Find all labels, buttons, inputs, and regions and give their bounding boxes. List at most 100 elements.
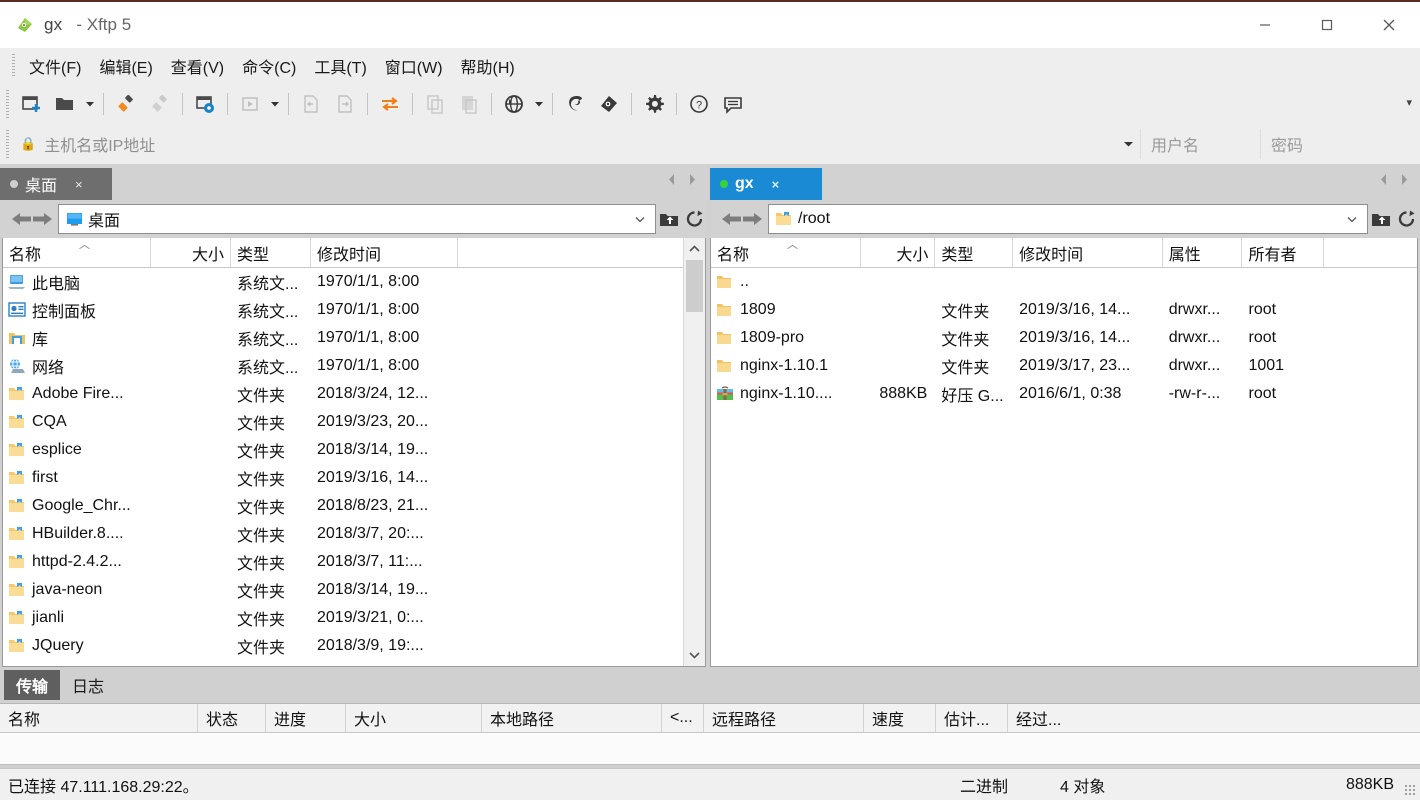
table-row[interactable]: first 文件夹 2019/3/16, 14... xyxy=(3,464,705,492)
table-row[interactable]: .. xyxy=(711,268,1417,296)
table-row[interactable]: 库 系统文... 1970/1/1, 8:00 xyxy=(3,324,705,352)
table-row[interactable]: Adobe Fire... 文件夹 2018/3/24, 12... xyxy=(3,380,705,408)
table-row[interactable]: HBuilder.8.... 文件夹 2018/3/7, 20:... xyxy=(3,520,705,548)
paste-icon[interactable] xyxy=(452,88,486,120)
host-input[interactable]: 🔒 主机名或IP地址 xyxy=(14,129,1116,159)
local-vertical-scrollbar[interactable] xyxy=(683,238,705,666)
remote-col-attr[interactable]: 属性 xyxy=(1163,238,1243,267)
remote-col-name[interactable]: 名称 ︿ xyxy=(711,238,861,267)
tab-scroll-right-icon[interactable] xyxy=(687,173,698,191)
transfer-list-body[interactable] xyxy=(0,733,1420,765)
remote-col-size[interactable]: 大小 xyxy=(861,238,936,267)
connect-icon[interactable] xyxy=(109,88,143,120)
tab-log[interactable]: 日志 xyxy=(60,670,116,700)
local-back-forward-icon[interactable] xyxy=(6,210,58,228)
transfer-col-9[interactable]: 经过... xyxy=(1008,704,1420,732)
xftp-icon[interactable] xyxy=(592,88,626,120)
copy-icon[interactable] xyxy=(418,88,452,120)
browser-mode-icon[interactable] xyxy=(497,88,531,120)
sync-transfer-icon[interactable] xyxy=(373,88,407,120)
open-folder-chevron-down-icon[interactable] xyxy=(82,88,98,120)
password-input[interactable]: 密码 xyxy=(1260,129,1420,159)
transfer-col-6[interactable]: 远程路径 xyxy=(704,704,864,732)
scroll-down-icon[interactable] xyxy=(684,644,705,666)
xshell-icon[interactable] xyxy=(558,88,592,120)
session-properties-icon[interactable] xyxy=(188,88,222,120)
transfer-chevron-down-icon[interactable] xyxy=(267,88,283,120)
menu-window[interactable]: 窗口(W) xyxy=(376,50,452,82)
menu-view[interactable]: 查看(V) xyxy=(162,50,233,82)
local-refresh-icon[interactable] xyxy=(682,210,708,228)
maximize-button[interactable] xyxy=(1296,2,1358,48)
table-row[interactable]: java-neon 文件夹 2018/3/14, 19... xyxy=(3,576,705,604)
menu-file[interactable]: 文件(F) xyxy=(20,50,90,82)
remote-path-chevron-down-icon[interactable] xyxy=(1347,210,1363,228)
local-file-list[interactable]: 名称 ︿ 大小 类型 修改时间 此电脑 系统文... 1970/1/1, 8:00 控… xyxy=(2,238,706,667)
minimize-button[interactable] xyxy=(1234,2,1296,48)
scroll-up-icon[interactable] xyxy=(684,238,705,260)
remote-path-input[interactable]: /root xyxy=(768,204,1368,234)
remote-col-type[interactable]: 类型 xyxy=(935,238,1014,267)
transfer-col-8[interactable]: 估计... xyxy=(936,704,1008,732)
table-row[interactable]: nginx-1.10.... 888KB 好压 G... 2016/6/1, 0:38… xyxy=(711,380,1417,408)
disconnect-icon[interactable] xyxy=(143,88,177,120)
options-gear-icon[interactable] xyxy=(637,88,671,120)
local-up-folder-icon[interactable] xyxy=(656,210,682,228)
transfer-col-5[interactable]: <... xyxy=(662,704,704,732)
menu-command[interactable]: 命令(C) xyxy=(233,50,305,82)
local-col-size[interactable]: 大小 xyxy=(151,238,231,267)
transfer-start-icon[interactable] xyxy=(233,88,267,120)
tab-scroll-left-icon[interactable] xyxy=(1378,173,1389,191)
remote-file-list[interactable]: 名称 ︿ 大小 类型 修改时间 属性 所有者 .. 1809 文件夹 2019/3/1… xyxy=(710,238,1418,667)
remote-refresh-icon[interactable] xyxy=(1394,210,1420,228)
scrollbar-thumb[interactable] xyxy=(686,260,703,312)
remote-back-forward-icon[interactable] xyxy=(716,210,768,228)
transfer-col-0[interactable]: 名称 xyxy=(0,704,198,732)
table-row[interactable]: 网络 系统文... 1970/1/1, 8:00 xyxy=(3,352,705,380)
feedback-icon[interactable] xyxy=(716,88,750,120)
menu-edit[interactable]: 编辑(E) xyxy=(90,50,161,82)
local-col-mtime[interactable]: 修改时间 xyxy=(311,238,458,267)
table-row[interactable]: esplice 文件夹 2018/3/14, 19... xyxy=(3,436,705,464)
host-history-chevron-down-icon[interactable] xyxy=(1116,129,1140,159)
local-path-chevron-down-icon[interactable] xyxy=(635,210,651,228)
remote-up-folder-icon[interactable] xyxy=(1368,210,1394,228)
toolbar-overflow-chevron-down-icon[interactable]: ▾ xyxy=(1406,96,1412,109)
table-row[interactable]: Google_Chr... 文件夹 2018/8/23, 21... xyxy=(3,492,705,520)
local-tab-close-icon[interactable]: × xyxy=(75,177,83,192)
remote-tab-close-icon[interactable]: × xyxy=(772,177,780,192)
remote-col-owner[interactable]: 所有者 xyxy=(1242,238,1325,267)
close-button[interactable] xyxy=(1358,2,1420,48)
browser-mode-chevron-down-icon[interactable] xyxy=(531,88,547,120)
transfer-col-2[interactable]: 进度 xyxy=(266,704,346,732)
table-row[interactable]: 控制面板 系统文... 1970/1/1, 8:00 xyxy=(3,296,705,324)
transfer-col-3[interactable]: 大小 xyxy=(346,704,482,732)
menu-tools[interactable]: 工具(T) xyxy=(305,50,375,82)
table-row[interactable]: nginx-1.10.1 文件夹 2019/3/17, 23... drwxr... 1… xyxy=(711,352,1417,380)
transfer-col-7[interactable]: 速度 xyxy=(864,704,936,732)
local-col-name[interactable]: 名称 ︿ xyxy=(3,238,151,267)
table-row[interactable]: 1809-pro 文件夹 2019/3/16, 14... drwxr... root xyxy=(711,324,1417,352)
remote-col-mtime[interactable]: 修改时间 xyxy=(1013,238,1163,267)
table-row[interactable]: 1809 文件夹 2019/3/16, 14... drwxr... root xyxy=(711,296,1417,324)
local-tab[interactable]: 桌面 × xyxy=(0,168,112,200)
transfer-col-4[interactable]: 本地路径 xyxy=(482,704,662,732)
menu-help[interactable]: 帮助(H) xyxy=(452,50,524,82)
download-file-icon[interactable] xyxy=(294,88,328,120)
remote-tab[interactable]: gx × xyxy=(710,168,822,200)
transfer-col-1[interactable]: 状态 xyxy=(198,704,266,732)
table-row[interactable]: jianli 文件夹 2019/3/21, 0:... xyxy=(3,604,705,632)
upload-file-icon[interactable] xyxy=(328,88,362,120)
table-row[interactable]: CQA 文件夹 2019/3/23, 20... xyxy=(3,408,705,436)
tab-transfer[interactable]: 传输 xyxy=(4,670,61,700)
table-row[interactable]: httpd-2.4.2... 文件夹 2018/3/7, 11:... xyxy=(3,548,705,576)
open-folder-icon[interactable] xyxy=(48,88,82,120)
tab-scroll-right-icon[interactable] xyxy=(1399,173,1410,191)
table-row[interactable]: 此电脑 系统文... 1970/1/1, 8:00 xyxy=(3,268,705,296)
table-row[interactable]: JQuery 文件夹 2018/3/9, 19:... xyxy=(3,632,705,660)
local-path-input[interactable]: 桌面 xyxy=(58,204,656,234)
local-col-type[interactable]: 类型 xyxy=(231,238,311,267)
tab-scroll-left-icon[interactable] xyxy=(666,173,677,191)
username-input[interactable]: 用户名 xyxy=(1140,129,1260,159)
help-icon[interactable]: ? xyxy=(682,88,716,120)
